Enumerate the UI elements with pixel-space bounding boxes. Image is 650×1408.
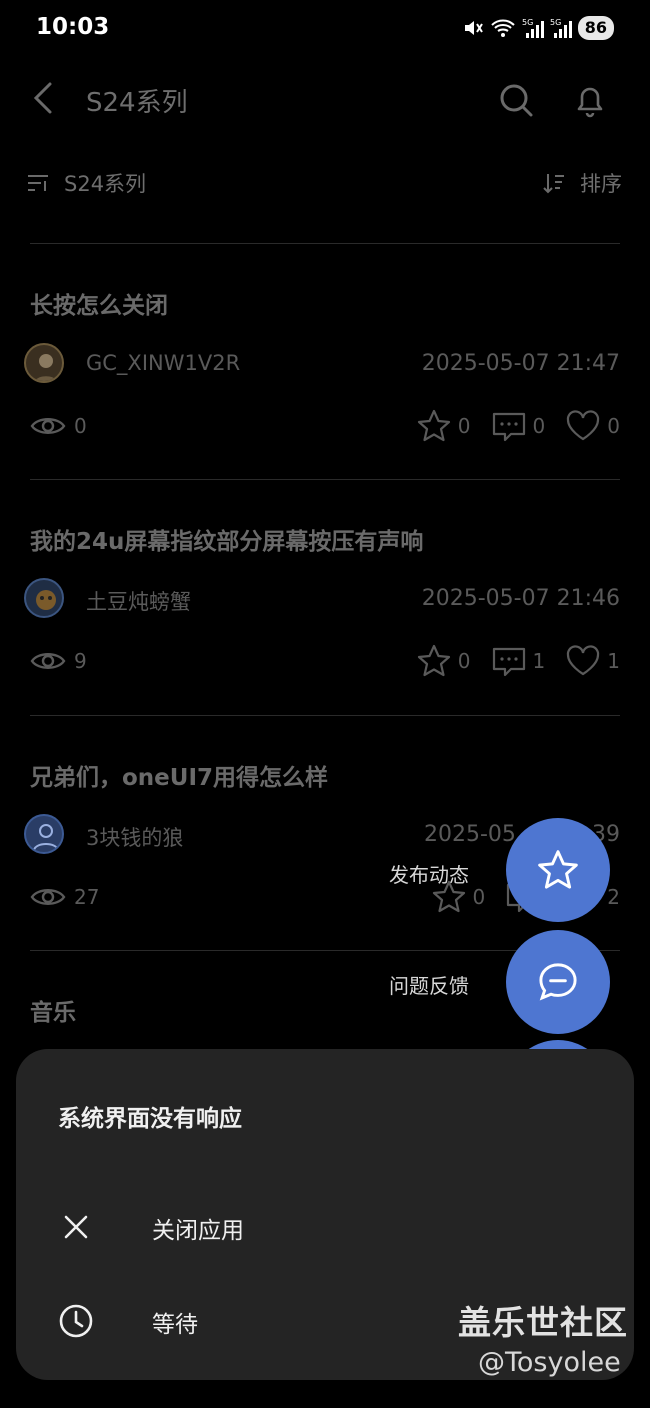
filter-bar: S24系列 排序 [0, 158, 650, 210]
avatar[interactable] [24, 814, 64, 854]
like-count: 0 [607, 414, 620, 438]
close-app-option[interactable]: 关闭应用 [16, 1191, 634, 1263]
post-time: 2025-05-07 21:46 [421, 586, 620, 611]
sort-button[interactable]: 排序 [542, 168, 622, 198]
view-count-value: 9 [74, 649, 87, 673]
sort-label: 排序 [580, 172, 622, 196]
like-count: 1 [607, 649, 620, 673]
stats-row: 0 0 0 0 [0, 408, 650, 448]
divider [30, 715, 620, 716]
wifi-icon [491, 19, 515, 37]
reaction-stats: 0 1 1 [416, 643, 620, 679]
eye-icon [30, 653, 66, 669]
wait-label: 等待 [152, 1312, 198, 1338]
close-icon [64, 1215, 88, 1239]
heart-icon[interactable] [565, 643, 601, 679]
view-count-value: 27 [74, 885, 100, 909]
divider [30, 479, 620, 480]
publish-label[interactable]: 发布动态 [389, 859, 469, 888]
svg-text:5G: 5G [522, 18, 533, 27]
avatar[interactable] [24, 578, 64, 618]
author-row: 土豆炖螃蟹 2025-05-07 21:46 [0, 578, 650, 622]
app-bar: S24系列 [0, 62, 650, 138]
filter-label: S24系列 [64, 172, 147, 196]
view-count-value: 0 [74, 414, 87, 438]
watermark-handle: @Tosyolee [478, 1347, 621, 1378]
chevron-left-icon[interactable] [28, 78, 60, 118]
favorite-count: 0 [472, 885, 486, 909]
view-count: 27 [30, 879, 99, 915]
star-icon[interactable] [416, 408, 452, 444]
status-icons: 5G 5G 86 [462, 16, 614, 40]
favorite-count: 0 [457, 414, 471, 438]
post-time: 2025-05-07 21:47 [421, 351, 620, 376]
post-title[interactable]: 兄弟们，oneUI7用得怎么样 [30, 758, 328, 792]
filter-button[interactable]: S24系列 [26, 168, 146, 198]
signal-icon: 5G [522, 18, 544, 38]
comment-icon[interactable] [491, 643, 527, 679]
comment-count: 1 [532, 649, 546, 673]
post-title[interactable]: 我的24u屏幕指纹部分屏幕按压有声响 [30, 522, 423, 556]
dialog-title: 系统界面没有响应 [58, 1106, 242, 1132]
publish-button[interactable] [506, 818, 610, 922]
stats-row: 9 0 1 1 [0, 643, 650, 683]
like-count: 2 [607, 885, 620, 909]
view-count: 0 [30, 408, 87, 444]
eye-icon [30, 418, 66, 434]
post-title[interactable]: 音乐 [30, 993, 76, 1027]
author-name[interactable]: 3块钱的狼 [86, 822, 183, 852]
star-icon[interactable] [416, 643, 452, 679]
post-title[interactable]: 长按怎么关闭 [30, 286, 168, 320]
favorite-count: 0 [457, 649, 471, 673]
svg-text:5G: 5G [550, 18, 561, 27]
feedback-button[interactable] [506, 930, 610, 1034]
comment-count: 0 [532, 414, 546, 438]
star-icon [538, 850, 578, 889]
feedback-label[interactable]: 问题反馈 [389, 970, 469, 999]
author-name[interactable]: 土豆炖螃蟹 [86, 586, 191, 616]
clock-icon [59, 1304, 93, 1338]
watermark-logo-text: 盖乐世社区 [458, 1303, 628, 1342]
eye-icon [30, 889, 66, 905]
heart-icon[interactable] [565, 408, 601, 444]
bell-icon[interactable] [570, 80, 610, 120]
filter-icon [28, 175, 48, 191]
battery-indicator: 86 [577, 16, 614, 40]
message-icon [539, 963, 577, 1001]
author-name[interactable]: GC_XINW1V2R [86, 351, 240, 375]
status-time: 10:03 [36, 14, 110, 40]
author-row: GC_XINW1V2R 2025-05-07 21:47 [0, 343, 650, 387]
reaction-stats: 0 0 0 [416, 408, 620, 444]
status-bar: 10:03 5G 5G 86 [0, 0, 650, 62]
comment-icon[interactable] [491, 408, 527, 444]
signal-icon-2: 5G [550, 18, 572, 38]
search-icon[interactable] [496, 80, 536, 120]
page-title: S24系列 [86, 88, 188, 118]
mute-icon [464, 21, 483, 35]
post-time: 2025-05 [424, 822, 516, 847]
avatar[interactable] [24, 343, 64, 383]
view-count: 9 [30, 643, 87, 679]
close-app-label: 关闭应用 [152, 1218, 244, 1244]
sort-icon [543, 174, 564, 194]
divider [30, 243, 620, 244]
